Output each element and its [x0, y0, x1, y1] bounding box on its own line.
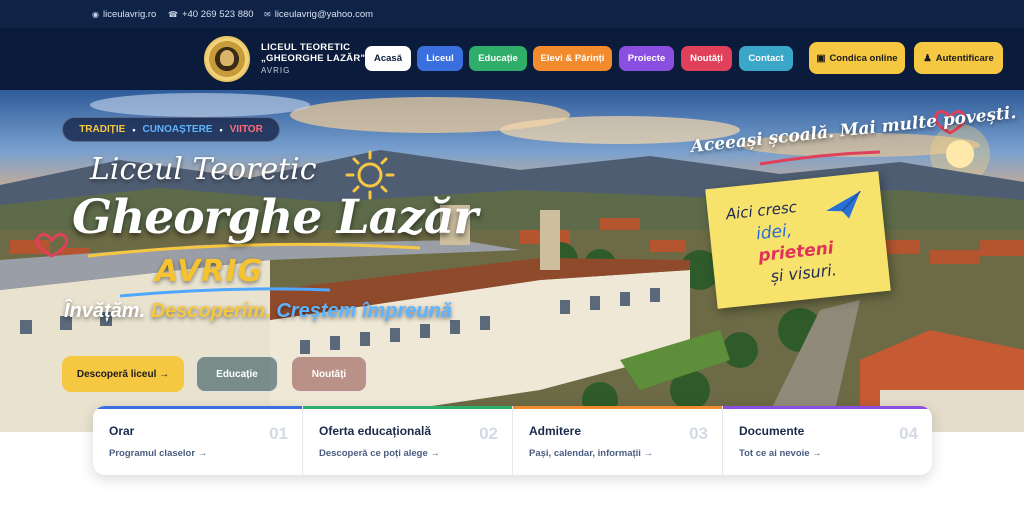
- card-number: 01: [269, 424, 288, 443]
- phone-icon: ☎: [168, 10, 178, 19]
- nav-educatie[interactable]: Educație: [469, 46, 527, 71]
- motto-grow: Creștem împreună: [276, 300, 452, 322]
- note-line-1: Aici cresc: [724, 197, 798, 224]
- brand-block[interactable]: LICEUL TEORETIC „GHEORGHE LAZĂR" AVRIG: [261, 42, 365, 76]
- hero-title-name: Gheorghe Lazăr: [72, 190, 478, 245]
- note-line-2: idei,: [755, 220, 794, 245]
- card-documente[interactable]: Documente 04 Tot ce ai nevoie →: [723, 406, 932, 475]
- nav-acasa[interactable]: Acasă: [365, 46, 411, 71]
- phone-text: +40 269 523 880: [181, 9, 254, 20]
- nav-liceul[interactable]: Liceul: [417, 46, 463, 71]
- login-label: Autentificare: [935, 52, 994, 64]
- news-button[interactable]: Noutăți: [291, 356, 367, 392]
- motto-discover: Descoperim.: [150, 300, 271, 322]
- card-number: 02: [479, 424, 498, 443]
- sticky-note: Aici cresc idei, prieteni și visuri.: [705, 171, 891, 309]
- tagline-tradition: TRADIȚIE: [79, 124, 126, 135]
- card-title: Orar: [109, 424, 135, 438]
- card-accent-bar: [303, 406, 512, 409]
- tagline-separator-2: •: [219, 124, 223, 135]
- tagline-knowledge: CUNOAȘTERE: [142, 124, 213, 135]
- card-accent-bar: [93, 406, 302, 409]
- brand-line-1: LICEUL TEORETIC: [261, 42, 351, 53]
- online-attendance-button[interactable]: ▣ Condica online: [809, 42, 905, 74]
- card-link[interactable]: Programul claselor →: [109, 448, 207, 459]
- card-orar[interactable]: Orar 01 Programul claselor →: [93, 406, 303, 475]
- card-accent-bar: [723, 406, 932, 409]
- quick-links-cards: Orar 01 Programul claselor → Oferta educ…: [93, 406, 932, 475]
- brand-line-2: „GHEORGHE LAZĂR": [261, 53, 366, 64]
- card-title: Documente: [739, 424, 805, 438]
- website-link[interactable]: ◉ liceulavrig.ro: [92, 9, 156, 20]
- email-text: liceulavrig@yahoo.com: [274, 9, 374, 20]
- card-link[interactable]: Pași, calendar, informații →: [529, 448, 653, 459]
- tagline-separator-1: •: [132, 124, 136, 135]
- hero-city: AVRIG: [155, 254, 264, 289]
- school-logo[interactable]: [204, 36, 250, 82]
- brand-line-3: AVRIG: [261, 66, 291, 75]
- discover-school-button[interactable]: Descoperă liceul →: [62, 356, 184, 392]
- card-oferta-educationala[interactable]: Oferta educațională 02 Descoperă ce poți…: [303, 406, 513, 475]
- globe-icon: ◉: [92, 10, 99, 19]
- login-button[interactable]: ♟ Autentificare: [914, 42, 1003, 74]
- main-header: LICEUL TEORETIC „GHEORGHE LAZĂR" AVRIG A…: [0, 28, 1024, 90]
- user-icon: ♟: [923, 52, 932, 64]
- website-text: liceulavrig.ro: [102, 9, 157, 20]
- email-link[interactable]: ✉ liceulavrig@yahoo.com: [264, 9, 373, 20]
- card-number: 03: [689, 424, 708, 443]
- education-button[interactable]: Educație: [196, 356, 278, 392]
- card-number: 04: [899, 424, 918, 443]
- hero-section: TRADIȚIE • CUNOAȘTERE • VIITOR Liceul Te…: [0, 90, 1024, 432]
- hero-motto: Învățăm. Descoperim. Creștem împreună: [64, 300, 452, 323]
- catalog-icon: ▣: [816, 52, 826, 64]
- card-title: Admitere: [529, 424, 582, 438]
- card-admitere[interactable]: Admitere 03 Pași, calendar, informații →: [513, 406, 723, 475]
- phone-link[interactable]: ☎ +40 269 523 880: [168, 9, 254, 20]
- card-link[interactable]: Tot ce ai nevoie →: [739, 448, 822, 459]
- values-tagline: TRADIȚIE • CUNOAȘTERE • VIITOR: [62, 117, 280, 142]
- hero-title-small: Liceul Teoretic: [90, 152, 317, 187]
- tagline-future: VIITOR: [229, 124, 263, 135]
- nav-contact[interactable]: Contact: [739, 46, 793, 71]
- online-attendance-label: Condica online: [829, 52, 898, 64]
- nav-proiecte[interactable]: Proiecte: [619, 46, 674, 71]
- card-title: Oferta educațională: [319, 424, 432, 438]
- top-info-bar: ◉ liceulavrig.ro ☎ +40 269 523 880 ✉ lic…: [0, 0, 1024, 28]
- card-accent-bar: [513, 406, 722, 409]
- motto-learn: Învățăm.: [64, 300, 146, 322]
- mail-icon: ✉: [264, 10, 271, 19]
- card-link[interactable]: Descoperă ce poți alege →: [319, 448, 440, 459]
- paper-plane-icon: [826, 190, 861, 219]
- note-line-4: și visuri.: [769, 260, 838, 287]
- nav-noutati[interactable]: Noutăți: [681, 46, 732, 71]
- nav-elevi-parinti[interactable]: Elevi & Părinți: [533, 46, 612, 71]
